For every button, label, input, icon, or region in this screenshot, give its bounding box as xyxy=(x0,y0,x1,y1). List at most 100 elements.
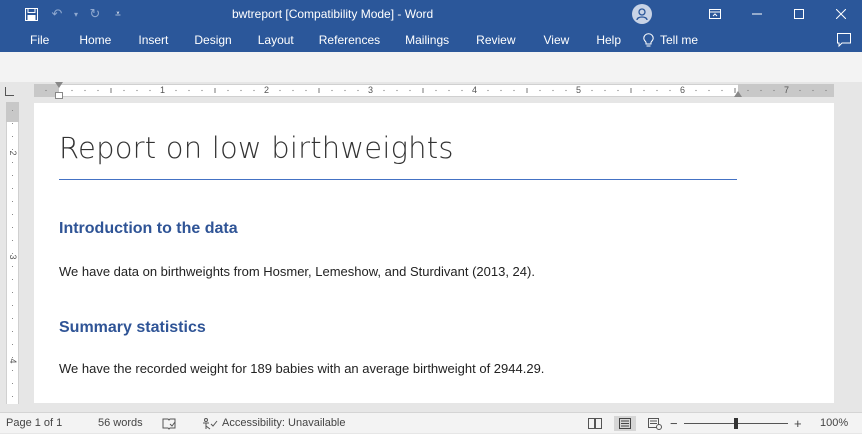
vertical-ruler-tick xyxy=(12,279,13,280)
close-button[interactable] xyxy=(820,0,862,28)
vertical-ruler-top-margin xyxy=(6,102,19,122)
tell-me-search[interactable]: Tell me xyxy=(643,28,698,52)
vertical-ruler-tick xyxy=(12,266,13,267)
user-icon xyxy=(636,8,648,21)
redo-button[interactable]: ↻ xyxy=(82,0,108,28)
zoom-level[interactable]: 100% xyxy=(820,413,848,434)
proofing-status[interactable] xyxy=(162,413,176,434)
vertical-ruler-tick xyxy=(12,188,13,189)
ruler-tick xyxy=(409,89,411,92)
vertical-ruler-tick xyxy=(12,227,13,228)
section-heading-intro: Introduction to the data xyxy=(59,220,238,237)
window-title: bwtreport [Compatibility Mode] - Word xyxy=(232,7,434,21)
tab-review[interactable]: Review xyxy=(476,28,515,52)
undo-icon: ↶ xyxy=(51,6,63,21)
ruler-tick xyxy=(552,89,554,92)
ruler-tick xyxy=(97,89,99,92)
document-title: Report on low birthweights xyxy=(59,131,454,165)
customize-icon: ⩡ xyxy=(115,8,121,20)
zoom-in-button[interactable]: + xyxy=(794,413,802,434)
accessibility-label: Accessibility: Unavailable xyxy=(222,417,346,429)
vertical-ruler-tick xyxy=(12,318,13,319)
ruler-tick xyxy=(253,89,255,92)
ruler-tick xyxy=(708,89,710,92)
print-layout-button[interactable] xyxy=(614,416,636,431)
ruler-tick xyxy=(721,89,723,92)
tab-insert[interactable]: Insert xyxy=(138,28,168,52)
word-count[interactable]: 56 words xyxy=(98,413,143,434)
accessibility-icon xyxy=(203,417,218,429)
first-line-indent-marker[interactable] xyxy=(55,82,63,88)
title-bar: ↶ ▾ ↻ ⩡ bwtreport [Compatibility Mode] -… xyxy=(0,0,862,52)
tab-layout[interactable]: Layout xyxy=(258,28,294,52)
read-mode-button[interactable] xyxy=(584,416,606,431)
tab-help[interactable]: Help xyxy=(596,28,621,52)
web-layout-button[interactable] xyxy=(644,416,666,431)
comments-button[interactable] xyxy=(836,32,852,48)
vertical-ruler-tick xyxy=(12,344,13,345)
ruler-tick xyxy=(695,89,697,92)
ruler-tick xyxy=(812,89,814,92)
undo-dropdown-button[interactable]: ▾ xyxy=(70,0,82,28)
tell-me-label: Tell me xyxy=(660,33,699,47)
customize-qat-button[interactable]: ⩡ xyxy=(108,0,128,28)
vertical-ruler-tick xyxy=(12,396,13,397)
account-avatar[interactable] xyxy=(632,4,652,24)
zoom-out-button[interactable]: − xyxy=(670,413,678,434)
ruler-tick xyxy=(513,89,515,92)
ruler-number: 2 xyxy=(264,85,270,95)
ruler-tick xyxy=(240,89,242,92)
ruler-ticks xyxy=(45,88,827,93)
vertical-ruler-tick xyxy=(12,175,13,176)
vertical-ruler-tick xyxy=(12,123,13,124)
ribbon-collapsed-strip xyxy=(0,52,862,82)
page-count[interactable]: Page 1 of 1 xyxy=(6,413,62,434)
undo-button[interactable]: ↶ xyxy=(44,0,70,28)
ruler-tick xyxy=(305,89,307,92)
save-button[interactable] xyxy=(18,0,44,28)
tab-mailings[interactable]: Mailings xyxy=(405,28,449,52)
vertical-ruler-tick xyxy=(12,240,13,241)
right-indent-marker[interactable] xyxy=(734,91,742,97)
minimize-icon xyxy=(752,13,762,15)
ruler-tick xyxy=(643,89,645,92)
ruler-tick xyxy=(591,89,593,92)
left-indent-marker[interactable] xyxy=(55,92,63,99)
accessibility-status[interactable]: Accessibility: Unavailable xyxy=(202,413,346,434)
ruler-tick xyxy=(799,89,801,92)
close-icon xyxy=(836,9,846,19)
ribbon-display-options-button[interactable] xyxy=(694,0,736,28)
ruler-tick xyxy=(45,89,47,92)
tab-home[interactable]: Home xyxy=(79,28,111,52)
ruler-tick xyxy=(604,89,606,92)
ruler-tick xyxy=(461,89,463,92)
vertical-ruler-tick xyxy=(12,149,13,150)
document-page[interactable]: Report on low birthweights Introduction … xyxy=(34,103,834,403)
tab-file[interactable]: File xyxy=(30,28,49,52)
section-text-summary: We have the recorded weight for 189 babi… xyxy=(59,361,545,376)
vertical-ruler-tick xyxy=(12,370,13,371)
vertical-ruler-tick xyxy=(12,253,13,254)
ruler-tick xyxy=(136,89,138,92)
minimize-button[interactable] xyxy=(736,0,778,28)
ruler-number: 1 xyxy=(160,85,166,95)
vertical-ruler-tick xyxy=(12,292,13,293)
zoom-slider-thumb[interactable] xyxy=(734,418,738,429)
ruler-tick xyxy=(331,89,333,92)
tab-view[interactable]: View xyxy=(544,28,570,52)
web-layout-icon xyxy=(648,417,662,430)
lightbulb-icon xyxy=(643,33,654,47)
ruler-tick xyxy=(656,89,658,92)
ruler-tick xyxy=(396,89,398,92)
ruler-tick xyxy=(617,89,619,92)
vertical-ruler-number: 2 xyxy=(8,150,18,156)
maximize-button[interactable] xyxy=(778,0,820,28)
tab-references[interactable]: References xyxy=(319,28,380,52)
ruler-tick xyxy=(344,89,346,92)
ruler-tick xyxy=(760,89,762,92)
vertical-ruler-tick xyxy=(12,110,13,111)
ruler-tick xyxy=(539,89,541,92)
tab-design[interactable]: Design xyxy=(194,28,231,52)
quick-access-toolbar: ↶ ▾ ↻ ⩡ xyxy=(0,0,128,28)
ruler-tick xyxy=(175,89,177,92)
